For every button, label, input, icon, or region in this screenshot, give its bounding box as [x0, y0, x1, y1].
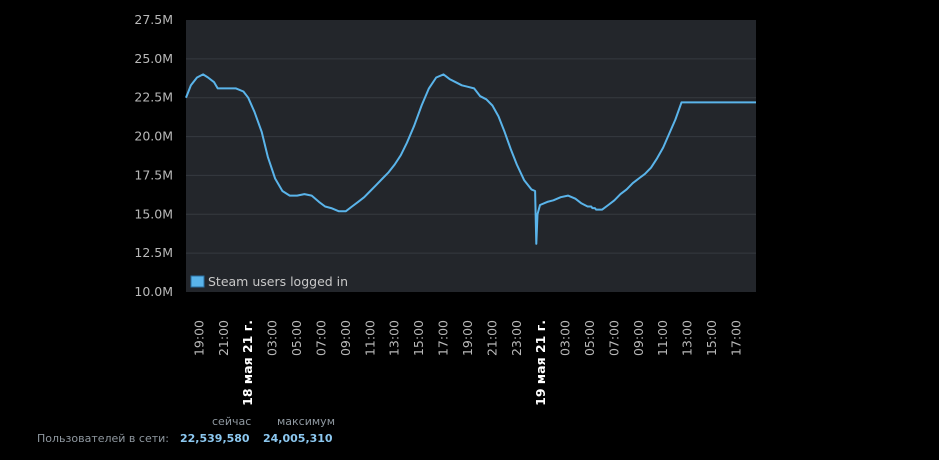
- y-tick-label: 15.0M: [134, 206, 173, 221]
- x-tick-label: 09:00: [338, 320, 353, 356]
- x-tick-label: 07:00: [606, 320, 621, 356]
- x-tick-label: 11:00: [655, 320, 670, 356]
- x-tick-label: 05:00: [582, 320, 597, 356]
- x-tick-label: 13:00: [387, 320, 402, 356]
- y-tick-label: 17.5M: [134, 167, 173, 182]
- legend-swatch: [190, 275, 205, 288]
- users-online-now-value: 22,539,580: [180, 432, 250, 445]
- x-tick-label: 17:00: [728, 320, 743, 356]
- x-tick-label: 21:00: [484, 320, 499, 356]
- y-tick-label: 10.0M: [134, 284, 173, 299]
- header-max: максимум: [277, 415, 335, 428]
- x-tick-label: 21:00: [216, 320, 231, 356]
- x-tick-label: 05:00: [289, 320, 304, 356]
- users-online-max-value: 24,005,310: [263, 432, 333, 445]
- x-tick-label: 15:00: [411, 320, 426, 356]
- chart-legend[interactable]: Steam users logged in: [190, 274, 348, 289]
- x-tick-label: 03:00: [265, 320, 280, 356]
- x-tick-label: 19:00: [191, 320, 206, 356]
- x-axis-ticks: 19:00 21:00 18 мая 21 г. 03:00 05:00 07:00 09:…: [191, 320, 743, 406]
- y-tick-label: 12.5M: [134, 245, 173, 260]
- y-tick-label: 20.0M: [134, 129, 173, 144]
- x-tick-label: 13:00: [680, 320, 695, 356]
- y-tick-label: 25.0M: [134, 51, 173, 66]
- x-tick-label: 17:00: [436, 320, 451, 356]
- y-tick-label: 27.5M: [134, 12, 173, 27]
- online-users-chart: 10.0M 12.5M 15.0M 17.5M 20.0M 22.5M 25.0M 27.5M…: [134, 12, 756, 406]
- x-tick-label: 19:00: [460, 320, 475, 356]
- x-tick-label: 03:00: [558, 320, 573, 356]
- x-tick-label: 11:00: [362, 320, 377, 356]
- x-tick-label: 15:00: [704, 320, 719, 356]
- x-tick-label: 18 мая 21 г.: [240, 320, 255, 406]
- y-tick-label: 22.5M: [134, 90, 173, 105]
- header-now: сейчас: [212, 415, 252, 428]
- x-tick-label: 23:00: [509, 320, 524, 356]
- users-online-label: Пользователей в сети:: [37, 432, 169, 445]
- legend-label: Steam users logged in: [208, 274, 348, 289]
- x-tick-label: 07:00: [313, 320, 328, 356]
- x-tick-label: 09:00: [631, 320, 646, 356]
- plot-area: [186, 20, 756, 292]
- y-axis-ticks: 10.0M 12.5M 15.0M 17.5M 20.0M 22.5M 25.0M 27.5M: [134, 12, 173, 299]
- x-tick-label: 19 мая 21 г.: [533, 320, 548, 406]
